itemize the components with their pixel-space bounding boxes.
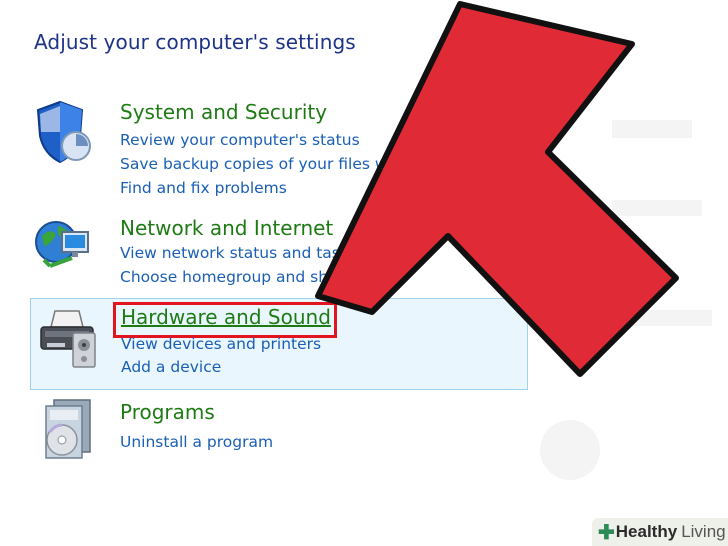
programs-disc-icon <box>32 396 102 466</box>
category-system-and-security: System and Security Review your computer… <box>30 96 528 206</box>
category-programs: Programs Uninstall a program <box>30 396 528 466</box>
faded-background-text <box>612 310 712 326</box>
globe-network-icon <box>32 210 102 280</box>
plus-logo-icon: ✚ <box>598 521 615 544</box>
healthy-living-watermark: ✚ Healthy Living <box>592 518 728 546</box>
faded-background-text <box>612 120 692 138</box>
page-title: Adjust your computer's settings <box>34 30 356 54</box>
view-devices-printers-link[interactable]: View devices and printers <box>121 335 321 353</box>
printer-icon <box>33 303 103 373</box>
faded-background-text <box>612 200 702 216</box>
shield-icon <box>32 96 102 166</box>
homegroup-sharing-link[interactable]: Choose homegroup and sha options <box>120 268 400 286</box>
view-network-status-link[interactable]: View network status and task <box>120 244 349 262</box>
category-network-and-internet: Network and Internet View network status… <box>30 210 528 290</box>
watermark-brand-bold: Healthy <box>615 522 678 541</box>
system-and-security-link[interactable]: System and Security <box>120 100 327 124</box>
backup-files-link[interactable]: Save backup copies of your files wi <box>120 155 392 173</box>
network-and-internet-link[interactable]: Network and Internet <box>120 216 333 240</box>
category-hardware-and-sound[interactable]: Hardware and Sound View devices and prin… <box>30 298 528 390</box>
review-status-link[interactable]: Review your computer's status <box>120 131 360 149</box>
add-device-link[interactable]: Add a device <box>121 358 221 376</box>
uninstall-program-link[interactable]: Uninstall a program <box>120 433 273 451</box>
find-fix-problems-link[interactable]: Find and fix problems <box>120 179 287 197</box>
control-panel-window: Adjust your computer's settings System a… <box>0 0 728 546</box>
programs-link[interactable]: Programs <box>120 400 215 424</box>
watermark-brand-regular: Living <box>681 522 726 541</box>
highlight-box <box>113 302 337 338</box>
faded-background-icon <box>540 420 600 480</box>
